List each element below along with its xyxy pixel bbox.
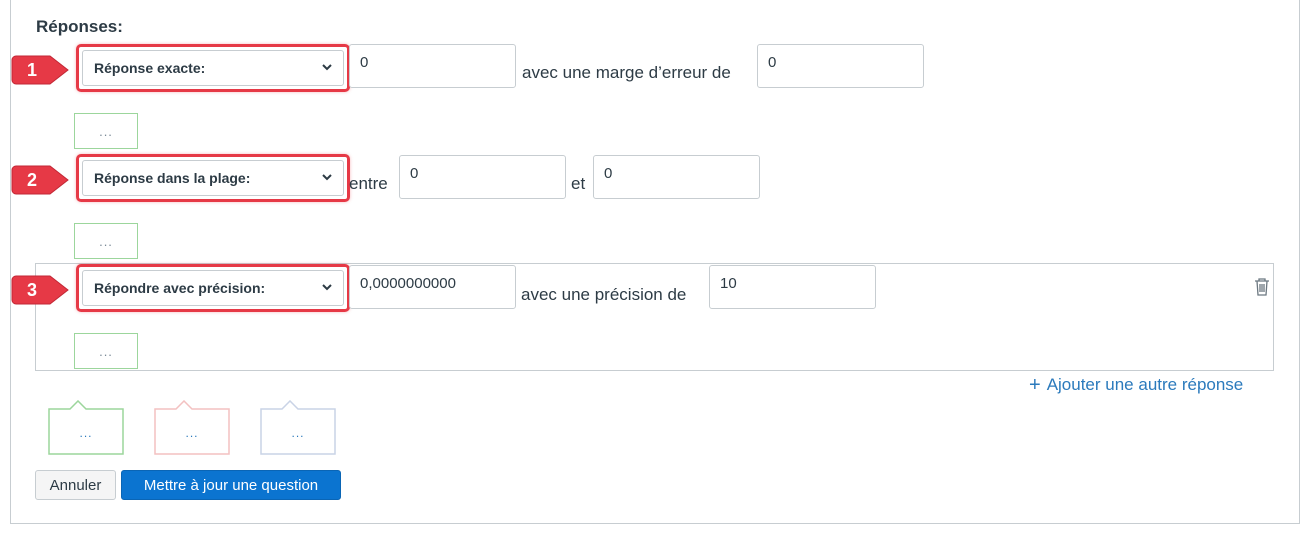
answer-comment-button-2[interactable]: ... (74, 223, 138, 259)
error-margin-input[interactable]: 0 (757, 44, 924, 88)
correct-comment-button[interactable]: ... (48, 400, 124, 455)
add-answer-label: Ajouter une autre réponse (1046, 375, 1244, 394)
highlight-box-1 (76, 44, 350, 92)
range-and-label: et (571, 174, 586, 193)
highlight-box-2 (76, 154, 350, 202)
answer-comment-button-1[interactable]: ... (74, 113, 138, 149)
neutral-comment-button[interactable]: ... (260, 400, 336, 455)
margin-label: avec une marge d’erreur de (522, 63, 731, 82)
exact-answer-input[interactable]: 0 (349, 44, 516, 88)
callout-badge-1: 1 (10, 52, 69, 88)
answer-comment-button-3[interactable]: ... (74, 333, 138, 369)
add-answer-link[interactable]: + Ajouter une autre réponse (1029, 375, 1243, 395)
plus-icon: + (1029, 374, 1041, 396)
answers-heading: Réponses: (36, 17, 123, 36)
highlight-box-3 (76, 264, 350, 312)
callout-badge-2: 2 (10, 162, 69, 198)
update-question-button[interactable]: Mettre à jour une question (121, 470, 341, 500)
range-start-input[interactable]: 0 (399, 155, 566, 199)
precision-answer-input[interactable]: 0,0000000000 (349, 265, 516, 309)
trash-icon[interactable] (1253, 277, 1271, 297)
range-end-input[interactable]: 0 (593, 155, 760, 199)
precision-label: avec une précision de (521, 285, 687, 304)
callout-badge-3: 3 (10, 272, 69, 308)
cancel-button[interactable]: Annuler (35, 470, 116, 500)
incorrect-comment-button[interactable]: ... (154, 400, 230, 455)
precision-digits-input[interactable]: 10 (709, 265, 876, 309)
range-start-label: entre (349, 174, 388, 193)
